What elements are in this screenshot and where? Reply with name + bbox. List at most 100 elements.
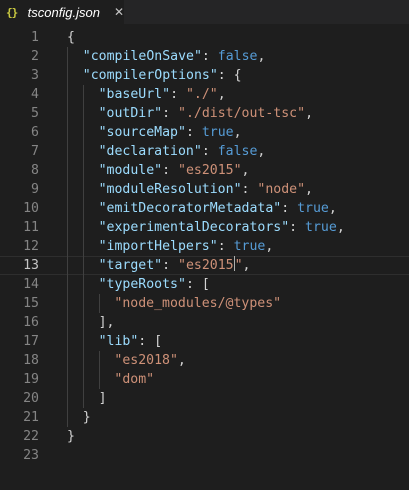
code-content: "emitDecoratorMetadata": true, [99, 199, 337, 218]
indent-guide [82, 161, 84, 180]
code-token: , [336, 220, 345, 235]
code-token: : [201, 144, 218, 159]
code-content: "node_modules/@types" [114, 294, 281, 313]
code-token: "./" [185, 87, 218, 102]
code-line[interactable]: 20] [0, 389, 409, 408]
code-token: "./dist/out-tsc" [178, 106, 306, 121]
code-token: } [67, 429, 75, 444]
code-token: "dom" [114, 372, 155, 387]
code-line[interactable]: 5 "outDir": "./dist/out-tsc", [0, 104, 409, 123]
code-token: : { [217, 68, 242, 83]
line-number: 19 [23, 372, 39, 387]
indent-guide [67, 332, 68, 351]
line-number: 22 [23, 429, 39, 444]
code-content: ], [99, 313, 115, 332]
code-token: "emitDecoratorMetadata" [98, 201, 282, 216]
code-token: , [257, 49, 266, 64]
code-token: : [281, 201, 298, 216]
code-line[interactable]: 16], [0, 313, 409, 332]
indent-guide [82, 199, 84, 218]
code-line[interactable]: 2 "compileOnSave": false, [0, 47, 409, 66]
code-token: ], [98, 315, 115, 330]
tab-title: tsconfig.json [27, 4, 100, 20]
code-line[interactable]: 19 "dom" [0, 370, 409, 389]
indent-guide [67, 85, 68, 104]
line-number: 10 [23, 201, 39, 216]
code-line[interactable]: 8 "module": "es2015", [0, 161, 409, 180]
code-content: "target": "es2015", [99, 256, 251, 275]
code-line[interactable]: 10 "emitDecoratorMetadata": true, [0, 199, 409, 218]
code-content: "declaration": false, [99, 142, 266, 161]
code-line[interactable]: 1{ [0, 28, 409, 47]
tab-tsconfig-json[interactable]: {} tsconfig.json ✕ [0, 0, 124, 24]
code-line[interactable]: 3 "compilerOptions": { [0, 66, 409, 85]
line-number: 4 [31, 87, 39, 102]
code-token: "es2015" [178, 163, 242, 178]
code-token: "lib" [98, 334, 139, 349]
code-line[interactable]: 6 "sourceMap": true, [0, 123, 409, 142]
code-token: , [217, 87, 226, 102]
code-line[interactable]: 13 "target": "es2015", [0, 256, 409, 275]
line-number: 13 [23, 258, 39, 273]
code-token: ] [98, 391, 107, 406]
code-line[interactable]: 21} [0, 408, 409, 427]
code-token: : [162, 163, 179, 178]
code-token: : [ [138, 334, 163, 349]
code-token: "baseUrl" [98, 87, 171, 102]
code-token: , [265, 239, 274, 254]
indent-guide [67, 370, 68, 389]
code-line[interactable]: 11 "experimentalDecorators": true, [0, 218, 409, 237]
code-line[interactable]: 12 "importHelpers": true, [0, 237, 409, 256]
code-token: : [170, 87, 186, 102]
code-line[interactable]: 7 "declaration": false, [0, 142, 409, 161]
indent-guide [82, 370, 84, 389]
line-number: 11 [23, 220, 39, 235]
code-token: "declaration" [98, 144, 202, 159]
line-number: 5 [31, 106, 39, 121]
code-line[interactable]: 22} [0, 427, 409, 446]
code-token: " [234, 258, 243, 273]
code-token: , [305, 182, 313, 197]
code-content: "compileOnSave": false, [83, 47, 266, 66]
close-icon[interactable]: ✕ [114, 5, 124, 19]
line-number: 7 [31, 144, 39, 159]
code-token: "experimentalDecorators" [98, 220, 290, 235]
code-content: "importHelpers": true, [99, 237, 274, 256]
line-number: 16 [23, 315, 39, 330]
indent-guide [67, 256, 68, 275]
indent-guide [67, 199, 68, 218]
code-token: "importHelpers" [98, 239, 218, 254]
line-number: 9 [31, 182, 39, 197]
line-number: 6 [31, 125, 39, 140]
line-number: 17 [23, 334, 39, 349]
line-number: 21 [23, 410, 39, 425]
indent-guide [67, 389, 68, 408]
indent-guide [82, 256, 84, 275]
code-editor[interactable]: 1{2 "compileOnSave": false, 3 "compilerOpti… [0, 28, 409, 465]
code-token: false [217, 49, 258, 64]
code-line[interactable]: 9 "moduleResolution": "node", [0, 180, 409, 199]
code-token: , [305, 106, 314, 121]
code-line[interactable]: 15 "node_modules/@types" [0, 294, 409, 313]
code-line[interactable]: 14 "typeRoots": [ [0, 275, 409, 294]
code-line[interactable]: 18 "es2018", [0, 351, 409, 370]
code-line[interactable]: 17 "lib": [ [0, 332, 409, 351]
indent-guide [82, 275, 84, 294]
line-number: 3 [31, 68, 39, 83]
code-token: "es2018" [114, 353, 178, 368]
code-content: "sourceMap": true, [99, 123, 242, 142]
code-token: : [ [185, 277, 210, 292]
code-token: : [162, 258, 179, 273]
code-token: , [257, 144, 266, 159]
indent-guide [67, 104, 68, 123]
indent-guide [67, 180, 68, 199]
code-token: : [241, 182, 258, 197]
code-token: "outDir" [98, 106, 163, 121]
json-file-icon: {} [6, 5, 18, 19]
code-line[interactable]: 23 [0, 446, 409, 465]
code-token: "target" [98, 258, 163, 273]
code-content: "baseUrl": "./", [99, 85, 226, 104]
indent-guide [82, 142, 84, 161]
code-line[interactable]: 4 "baseUrl": "./", [0, 85, 409, 104]
line-number: 23 [23, 448, 39, 463]
